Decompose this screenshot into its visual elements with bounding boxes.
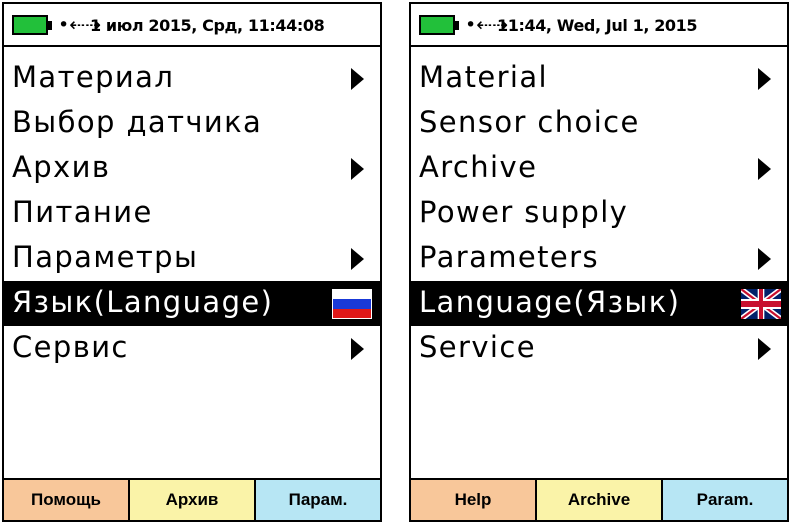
menu-item-archive[interactable]: Archive (411, 146, 787, 191)
submenu-arrow-icon (758, 68, 771, 90)
params-softkey[interactable]: Парам. (256, 480, 380, 520)
submenu-arrow-icon (758, 248, 771, 270)
uk-flag-icon (741, 289, 781, 319)
menu-item-label: Language(Язык) (419, 285, 681, 319)
battery-tip (48, 21, 52, 30)
help-softkey[interactable]: Help (411, 480, 537, 520)
battery-icon (419, 15, 455, 35)
menu-item-label: Archive (419, 150, 538, 184)
menu-item-label: Материал (12, 60, 175, 94)
params-softkey[interactable]: Param. (663, 480, 787, 520)
menu-item-label: Sensor choice (419, 105, 640, 139)
help-softkey[interactable]: Помощь (4, 480, 130, 520)
menu-item-service[interactable]: Сервис (4, 326, 380, 371)
main-menu: Материал Выбор датчика Архив Питание Пар… (4, 56, 380, 371)
menu-item-language[interactable]: Язык(Language) (4, 281, 380, 326)
menu-item-power-supply[interactable]: Power supply (411, 191, 787, 236)
menu-item-label: Выбор датчика (12, 105, 263, 139)
submenu-arrow-icon (351, 158, 364, 180)
menu-item-parameters[interactable]: Параметры (4, 236, 380, 281)
menu-item-label: Параметры (12, 240, 199, 274)
menu-item-sensor-choice[interactable]: Выбор датчика (4, 101, 380, 146)
submenu-arrow-icon (758, 338, 771, 360)
submenu-arrow-icon (351, 338, 364, 360)
menu-item-label: Power supply (419, 195, 629, 229)
archive-softkey[interactable]: Archive (537, 480, 663, 520)
menu-item-power-supply[interactable]: Питание (4, 191, 380, 236)
menu-item-label: Архив (12, 150, 111, 184)
menu-item-material[interactable]: Материал (4, 56, 380, 101)
battery-tip (455, 21, 459, 30)
device-screen-english: •⇠⇢ 11:44, Wed, Jul 1, 2015 Material Sen… (409, 2, 789, 522)
menu-item-archive[interactable]: Архив (4, 146, 380, 191)
battery-icon (12, 15, 48, 35)
menu-item-material[interactable]: Material (411, 56, 787, 101)
menu-item-parameters[interactable]: Parameters (411, 236, 787, 281)
device-screen-russian: •⇠⇢ 1 июл 2015, Срд, 11:44:08 Материал В… (2, 2, 382, 522)
main-menu: Material Sensor choice Archive Power sup… (411, 56, 787, 371)
status-bar: •⇠⇢ 1 июл 2015, Срд, 11:44:08 (4, 4, 380, 47)
menu-item-label: Service (419, 330, 536, 364)
menu-item-sensor-choice[interactable]: Sensor choice (411, 101, 787, 146)
menu-item-label: Питание (12, 195, 153, 229)
russian-flag-icon (332, 289, 372, 319)
archive-softkey[interactable]: Архив (130, 480, 256, 520)
menu-item-label: Parameters (419, 240, 599, 274)
menu-item-language[interactable]: Language(Язык) (411, 281, 787, 326)
softkey-bar: Помощь Архив Парам. (4, 478, 380, 520)
submenu-arrow-icon (758, 158, 771, 180)
menu-item-label: Сервис (12, 330, 129, 364)
submenu-arrow-icon (351, 248, 364, 270)
submenu-arrow-icon (351, 68, 364, 90)
status-bar: •⇠⇢ 11:44, Wed, Jul 1, 2015 (411, 4, 787, 47)
menu-item-service[interactable]: Service (411, 326, 787, 371)
softkey-bar: Help Archive Param. (411, 478, 787, 520)
menu-item-label: Язык(Language) (12, 285, 274, 319)
menu-item-label: Material (419, 60, 549, 94)
datetime-display: 1 июл 2015, Срд, 11:44:08 (90, 16, 325, 35)
datetime-display: 11:44, Wed, Jul 1, 2015 (497, 16, 698, 35)
